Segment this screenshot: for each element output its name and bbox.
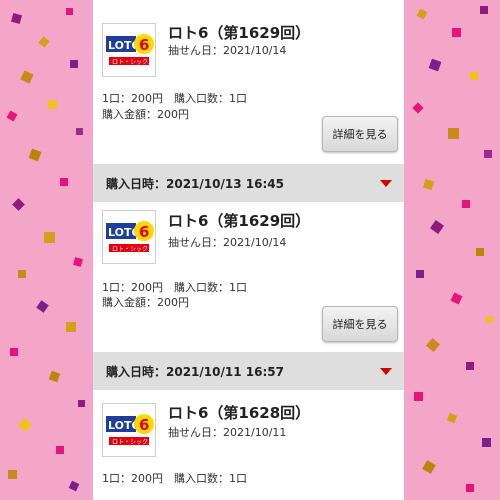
caret-down-icon[interactable]: [380, 180, 392, 187]
ticket-title: ロト6（第1628回）: [168, 404, 311, 422]
purchase-history-panel: LOTO6 6 ロト・シックス ロト6（第1629回） 抽せん日：2021/10…: [93, 0, 404, 500]
purchase-datetime: 購入日時：2021/10/13 16:45: [106, 176, 284, 191]
ticket-card: LOTO6 6 ロト・シックス ロト6（第1628回） 抽せん日：2021/10…: [93, 390, 404, 500]
view-details-button[interactable]: 詳細を見る: [322, 306, 398, 342]
svg-text:6: 6: [139, 223, 149, 241]
ticket-quantity: 1口：200円 購入口数：1口: [102, 92, 247, 105]
ticket-card: LOTO6 6 ロト・シックス ロト6（第1629回） 抽せん日：2021/10…: [93, 202, 404, 352]
draw-date: 抽せん日：2021/10/14: [168, 44, 287, 57]
purchase-datetime: 購入日時：2021/10/11 16:57: [106, 364, 284, 379]
ticket-amount: 購入金額：200円: [102, 108, 189, 121]
ticket-card: LOTO6 6 ロト・シックス ロト6（第1629回） 抽せん日：2021/10…: [93, 0, 404, 160]
loto6-logo: LOTO6 6 ロト・シックス: [102, 210, 156, 264]
draw-date: 抽せん日：2021/10/14: [168, 236, 287, 249]
caret-down-icon[interactable]: [380, 368, 392, 375]
svg-text:ロト・シックス: ロト・シックス: [112, 439, 154, 446]
draw-date: 抽せん日：2021/10/11: [168, 426, 287, 439]
ticket-amount: 購入金額：200円: [102, 296, 189, 309]
loto6-logo: LOTO6 6 ロト・シックス: [102, 403, 156, 457]
svg-text:6: 6: [139, 36, 149, 54]
view-details-button[interactable]: 詳細を見る: [322, 116, 398, 152]
ticket-quantity: 1口：200円 購入口数：1口: [102, 472, 247, 485]
loto6-logo: LOTO6 6 ロト・シックス: [102, 23, 156, 77]
purchase-date-bar[interactable]: 購入日時：2021/10/13 16:45: [93, 164, 404, 202]
svg-text:ロト・シックス: ロト・シックス: [112, 246, 154, 253]
purchase-date-bar[interactable]: 購入日時：2021/10/11 16:57: [93, 352, 404, 390]
ticket-quantity: 1口：200円 購入口数：1口: [102, 281, 247, 294]
ticket-title: ロト6（第1629回）: [168, 212, 311, 230]
svg-text:6: 6: [139, 416, 149, 434]
ticket-title: ロト6（第1629回）: [168, 24, 311, 42]
svg-text:ロト・シックス: ロト・シックス: [112, 59, 154, 66]
